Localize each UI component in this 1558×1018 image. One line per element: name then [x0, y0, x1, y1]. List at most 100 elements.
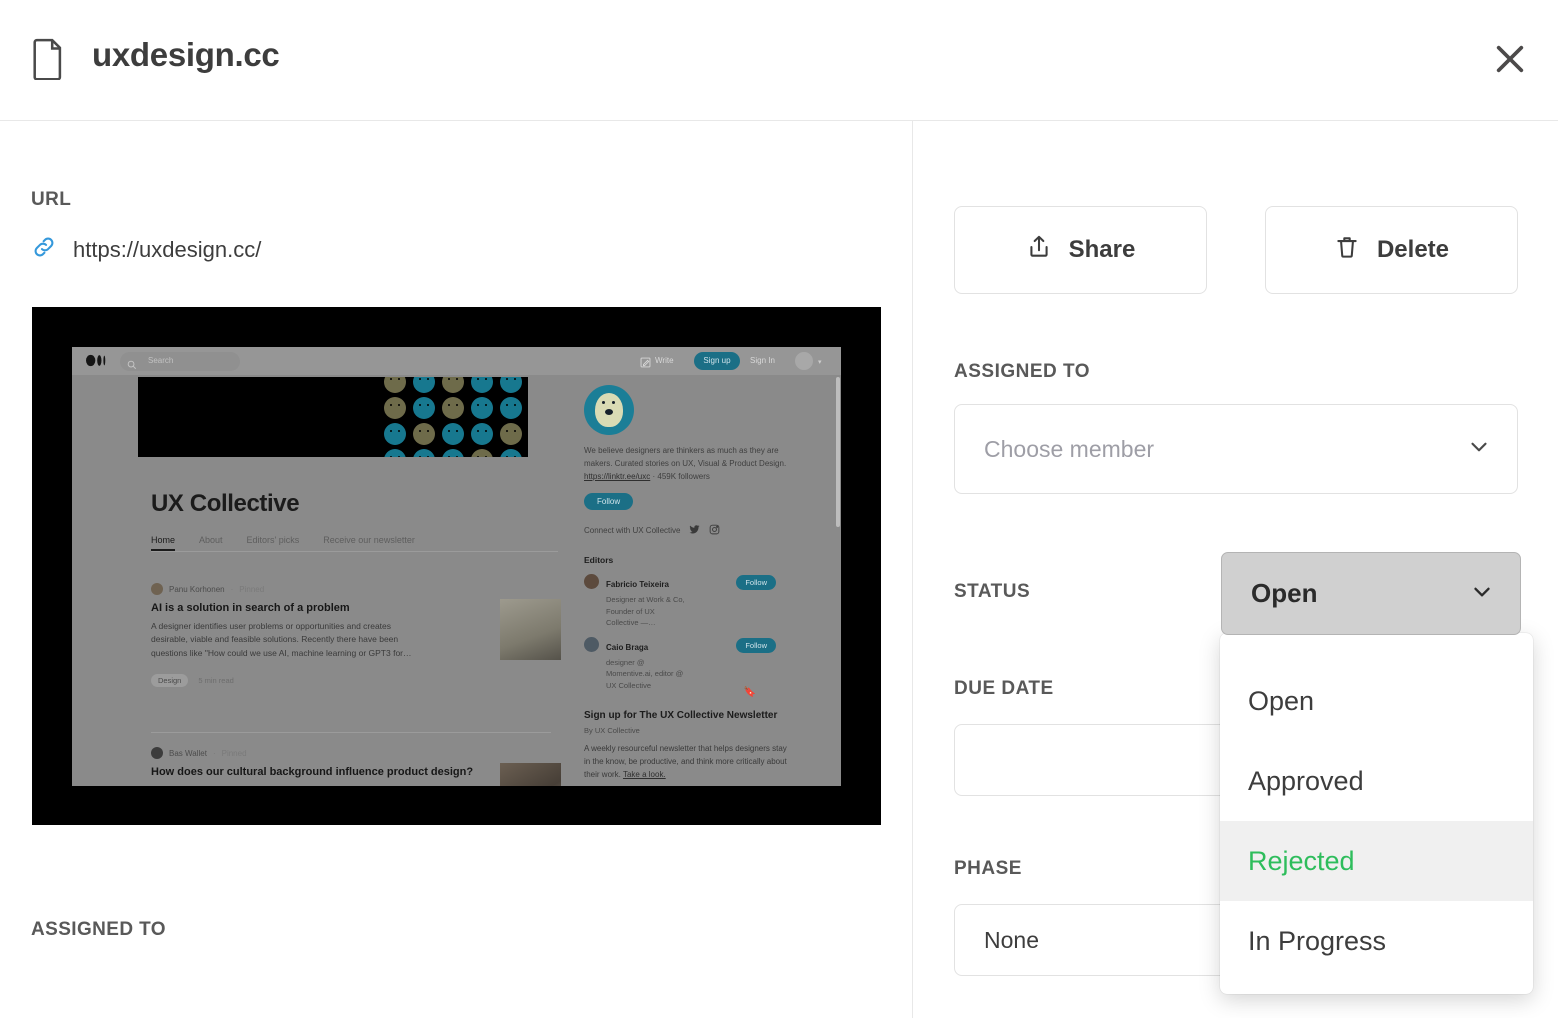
preview-article-2[interactable]: Bas Wallet · Pinned How does our cultura… — [151, 747, 561, 786]
chevron-down-icon: ▾ — [818, 359, 822, 366]
preview-signin-link[interactable]: Sign In — [750, 356, 775, 365]
status-option-approved[interactable]: Approved — [1220, 741, 1533, 821]
status-label: STATUS — [954, 581, 1031, 602]
status-option-in-progress[interactable]: In Progress — [1220, 901, 1533, 981]
preview-topbar: Search Write Sign up Sign In ▾ — [72, 347, 841, 376]
trash-icon — [1334, 234, 1360, 267]
newsletter-byline: By UX Collective — [584, 726, 640, 736]
preview-scrollbar[interactable] — [836, 377, 840, 527]
chevron-down-icon — [1469, 578, 1495, 609]
page-title: uxdesign.cc — [92, 36, 280, 73]
preview-sidebar: We believe designers are thinkers as muc… — [584, 385, 794, 786]
preview-nav-editors-picks[interactable]: Editors' picks — [247, 535, 300, 551]
delete-button[interactable]: Delete — [1265, 206, 1518, 294]
preview-article-image — [500, 599, 561, 660]
write-icon — [640, 355, 651, 373]
editor-name: Fabricio Teixeira — [606, 580, 669, 590]
editor-description: Designer at Work & Co, Founder of UX Col… — [606, 595, 685, 627]
medium-logo-icon — [86, 354, 106, 372]
preview-nav-home[interactable]: Home — [151, 535, 176, 551]
preview-article-pinned: Pinned — [221, 748, 247, 758]
preview-article-excerpt: A designer identifies user problems or o… — [151, 621, 412, 658]
publication-bio-link[interactable]: https://linktr.ee/uxc — [584, 472, 650, 481]
publication-bio-text: We believe designers are thinkers as muc… — [584, 446, 787, 468]
url-label: URL — [31, 189, 72, 210]
preview-search-placeholder: Search — [148, 356, 174, 365]
preview-article-readtime: 5 min read — [198, 675, 234, 685]
site-preview-thumbnail[interactable]: Search Write Sign up Sign In ▾ UX Collec… — [32, 307, 881, 825]
status-dropdown-menu: Open Approved Rejected In Progress — [1220, 633, 1533, 994]
status-option-open[interactable]: Open — [1220, 661, 1533, 741]
editors-heading: Editors — [584, 555, 614, 566]
publication-bio: We believe designers are thinkers as muc… — [584, 445, 794, 483]
publication-follow-button[interactable]: Follow — [584, 493, 634, 511]
newsletter-description-text: A weekly resourceful newsletter that hel… — [584, 744, 787, 779]
document-icon — [31, 38, 65, 85]
phase-label: PHASE — [954, 858, 1022, 879]
url-link[interactable]: https://uxdesign.cc/ — [31, 234, 261, 265]
preview-article-divider — [151, 732, 551, 733]
preview-article-title: AI is a solution in search of a problem — [151, 602, 350, 614]
assigned-member-select[interactable]: Choose member — [954, 404, 1518, 494]
close-button[interactable] — [1482, 32, 1538, 88]
preview-search-input[interactable]: Search — [120, 352, 240, 371]
share-button-label: Share — [1068, 236, 1136, 263]
preview-article-pinned: Pinned — [239, 584, 265, 594]
connect-label: Connect with UX Collective — [584, 526, 681, 536]
editor-item[interactable]: Caio Braga designer @ Momentive.ai, edit… — [584, 637, 794, 691]
preview-article-tag[interactable]: Design — [151, 673, 189, 687]
newsletter-title: Sign up for The UX Collective Newsletter — [584, 709, 778, 721]
status-selected-value: Open — [1251, 578, 1318, 608]
instagram-icon[interactable] — [709, 524, 720, 537]
share-button[interactable]: Share — [954, 206, 1207, 294]
preview-hero-banner — [138, 377, 528, 457]
url-value: https://uxdesign.cc/ — [73, 236, 262, 262]
editor-item[interactable]: Fabricio Teixeira Designer at Work & Co,… — [584, 574, 794, 628]
preview-avatar[interactable] — [795, 352, 813, 370]
action-buttons: Share Delete — [954, 206, 1518, 294]
newsletter-take-a-look-link[interactable]: Take a look. — [623, 770, 666, 779]
assigned-to-label: ASSIGNED TO — [954, 361, 1091, 382]
detail-left-pane: URL https://uxdesign.cc/ Search Write Si… — [0, 121, 913, 1018]
preview-article-byline: Bas Wallet · Pinned — [151, 747, 551, 759]
preview-nav-newsletter[interactable]: Receive our newsletter — [323, 535, 415, 551]
editor-follow-button[interactable]: Follow — [736, 575, 776, 591]
due-date-label: DUE DATE — [954, 678, 1054, 699]
delete-button-label: Delete — [1376, 236, 1450, 263]
share-icon — [1026, 234, 1052, 267]
preview-article-byline: Panu Korhonen · Pinned — [151, 583, 551, 595]
preview-article-1[interactable]: Panu Korhonen · Pinned AI is a solution … — [151, 583, 561, 687]
emoji-grid — [384, 377, 528, 457]
preview-article-author: Bas Wallet — [169, 748, 207, 758]
chevron-down-icon — [1466, 434, 1492, 465]
editor-follow-button[interactable]: Follow — [736, 638, 776, 654]
search-icon — [127, 357, 137, 375]
modal-header: uxdesign.cc — [0, 0, 1558, 121]
preview-nav[interactable]: Home About Editors' picks Receive our ne… — [151, 535, 415, 551]
publication-avatar — [584, 385, 634, 435]
publication-connect: Connect with UX Collective — [584, 524, 794, 537]
avatar — [151, 583, 163, 595]
avatar — [584, 637, 599, 653]
twitter-icon[interactable] — [689, 524, 701, 537]
newsletter-description: A weekly resourceful newsletter that hel… — [584, 743, 794, 781]
publication-followers: · 459K followers — [652, 471, 710, 481]
detail-right-pane: Share Delete ASSIGNED TO Choose member S… — [914, 121, 1558, 1018]
close-icon — [1493, 42, 1527, 79]
phase-value: None — [984, 926, 1039, 953]
link-icon — [31, 234, 57, 265]
editor-name: Caio Braga — [606, 643, 649, 653]
avatar — [584, 574, 599, 590]
status-option-rejected[interactable]: Rejected — [1220, 821, 1533, 901]
preview-nav-about[interactable]: About — [199, 535, 223, 551]
preview-signup-button[interactable]: Sign up — [694, 352, 740, 370]
avatar — [151, 747, 163, 759]
status-select[interactable]: Open — [1221, 552, 1521, 635]
preview-write-link[interactable]: Write — [655, 356, 674, 365]
assigned-to-label-left: ASSIGNED TO — [31, 919, 166, 940]
preview-article-author: Panu Korhonen — [169, 584, 225, 594]
preview-nav-divider — [151, 551, 558, 552]
assigned-member-placeholder: Choose member — [984, 435, 1155, 462]
preview-page: Search Write Sign up Sign In ▾ UX Collec… — [72, 347, 841, 786]
editor-description: designer @ Momentive.ai, editor @ UX Col… — [606, 658, 684, 690]
